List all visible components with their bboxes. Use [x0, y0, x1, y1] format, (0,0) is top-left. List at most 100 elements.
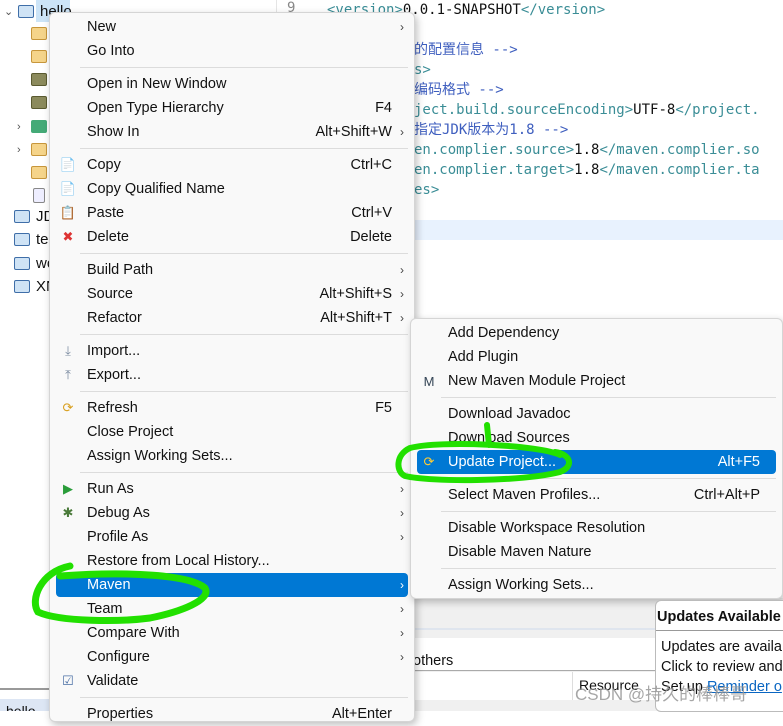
menu-item-build-path[interactable]: Build Path › — [56, 258, 408, 282]
menu-item-label: Compare With — [87, 625, 180, 641]
menu-item-download-sources[interactable]: Download Sources — [417, 426, 776, 450]
export-icon: ⤒ — [65, 367, 71, 382]
menu-item-properties[interactable]: Properties Alt+Enter — [56, 702, 408, 726]
menu-item-disable-maven-nature[interactable]: Disable Maven Nature — [417, 540, 776, 564]
code-line: es> — [414, 180, 439, 200]
code-token: 的配置信息 --> — [414, 42, 518, 58]
menu-item-show-in[interactable]: Show In Alt+Shift+W › — [56, 120, 408, 144]
maven-update-icon: ⟳ — [423, 454, 435, 469]
shortcut-label: Alt+F5 — [717, 454, 760, 470]
menu-item-team[interactable]: Team › — [56, 597, 408, 621]
tree-child[interactable]: › — [17, 138, 53, 161]
chevron-right-icon: › — [400, 287, 404, 301]
menu-item-profile-as[interactable]: Profile As › — [56, 525, 408, 549]
folder-icon — [31, 143, 47, 156]
menu-item-new-maven-module-project[interactable]: M New Maven Module Project — [417, 369, 776, 393]
chevron-right-icon: › — [400, 311, 404, 325]
watermark: CSDN @持久的棒棒哥 — [575, 685, 748, 704]
menu-item-debug-as[interactable]: ✱ Debug As › — [56, 501, 408, 525]
menu-item-go-into[interactable]: Go Into — [56, 39, 408, 63]
menu-item-configure[interactable]: Configure › — [56, 645, 408, 669]
menu-item-export[interactable]: ⤒ Export... — [56, 363, 408, 387]
menu-item-copy-qualified-name[interactable]: 📄 Copy Qualified Name — [56, 177, 408, 201]
code-line: en.complier.target>1.8</maven.complier.t… — [414, 160, 760, 180]
shortcut-label: Alt+Enter — [331, 706, 392, 722]
code-token: UTF-8 — [633, 102, 676, 118]
menu-separator — [417, 564, 776, 573]
chevron-right-icon: › — [400, 263, 404, 277]
menu-separator — [56, 249, 408, 258]
menu-item-close-project[interactable]: Close Project — [56, 420, 408, 444]
menu-item-label: Debug As — [87, 505, 150, 521]
import-icon: ⤓ — [65, 343, 71, 358]
menu-item-refactor[interactable]: Refactor Alt+Shift+T › — [56, 306, 408, 330]
menu-item-open-in-new-window[interactable]: Open in New Window — [56, 72, 408, 96]
menu-item-assign-working-sets[interactable]: Assign Working Sets... — [417, 573, 776, 597]
menu-item-label: Configure — [87, 649, 150, 665]
shortcut-label: Alt+Shift+S — [319, 286, 392, 302]
menu-item-assign-working-sets[interactable]: Assign Working Sets... — [56, 444, 408, 468]
menu-separator — [56, 468, 408, 477]
menu-item-run-as[interactable]: ▶ Run As › — [56, 477, 408, 501]
code-token: </maven.complier.ta — [599, 162, 760, 178]
shortcut-label: F4 — [375, 100, 392, 116]
menu-item-add-dependency[interactable]: Add Dependency — [417, 321, 776, 345]
maven-submenu: Add Dependency Add Plugin M New Maven Modul… — [410, 318, 783, 599]
tree-child[interactable]: › — [17, 115, 53, 138]
menu-item-paste[interactable]: 📋 Paste Ctrl+V — [56, 201, 408, 225]
menu-item-restore-from-local-history[interactable]: Restore from Local History... — [56, 549, 408, 573]
menu-item-label: Export... — [87, 367, 141, 383]
code-token: ject.build.sourceEncoding> — [414, 102, 634, 118]
menu-item-disable-workspace-resolution[interactable]: Disable Workspace Resolution — [417, 516, 776, 540]
menu-item-maven[interactable]: Maven › — [56, 573, 408, 597]
menu-item-label: Team — [87, 601, 123, 617]
library-icon — [31, 120, 47, 133]
menu-item-label: Select Maven Profiles... — [448, 487, 601, 503]
menu-item-label: Assign Working Sets... — [87, 448, 233, 464]
menu-separator — [417, 474, 776, 483]
copy-icon: 📄 — [59, 157, 77, 172]
code-token: 1.8 — [574, 142, 600, 158]
menu-item-compare-with[interactable]: Compare With › — [56, 621, 408, 645]
chevron-right-icon: › — [400, 578, 404, 592]
shortcut-label: Ctrl+C — [350, 157, 393, 173]
package-folder-icon — [31, 50, 47, 63]
menu-item-download-javadoc[interactable]: Download Javadoc — [417, 402, 776, 426]
code-token: en.complier.source> — [414, 142, 575, 158]
menu-item-add-plugin[interactable]: Add Plugin — [417, 345, 776, 369]
menu-item-open-type-hierarchy[interactable]: Open Type Hierarchy F4 — [56, 96, 408, 120]
chevron-right-icon: › — [400, 626, 404, 640]
menu-separator — [56, 387, 408, 396]
run-icon: ▶ — [63, 481, 73, 496]
menu-separator — [56, 330, 408, 339]
copy-qualified-name-icon: 📄 — [59, 181, 77, 196]
menu-item-label: Copy — [87, 157, 121, 173]
menu-item-label: Add Plugin — [448, 349, 519, 365]
chevron-right-icon: › — [400, 482, 404, 496]
delete-icon: ✖ — [62, 229, 74, 244]
menu-item-label: Build Path — [87, 262, 154, 278]
menu-item-label: Disable Workspace Resolution — [448, 520, 646, 536]
code-token: 1.8 — [574, 162, 600, 178]
menu-item-new[interactable]: New › — [56, 15, 408, 39]
menu-item-label: New Maven Module Project — [448, 373, 626, 389]
menu-item-label: Properties — [87, 706, 154, 722]
chevron-right-icon: › — [400, 530, 404, 544]
menu-item-source[interactable]: Source Alt+Shift+S › — [56, 282, 408, 306]
tree-item[interactable]: te — [14, 228, 49, 251]
menu-item-delete[interactable]: ✖ Delete Delete — [56, 225, 408, 249]
menu-item-label: Copy Qualified Name — [87, 181, 225, 197]
menu-item-import[interactable]: ⤓ Import... — [56, 339, 408, 363]
menu-item-label: Open in New Window — [87, 76, 227, 92]
menu-item-label: Import... — [87, 343, 141, 359]
menu-item-update-project[interactable]: ⟳ Update Project... Alt+F5 — [417, 450, 776, 474]
menu-item-validate[interactable]: ☑ Validate — [56, 669, 408, 693]
menu-item-select-maven-profiles[interactable]: Select Maven Profiles... Ctrl+Alt+P — [417, 483, 776, 507]
menu-item-label: Go Into — [87, 43, 135, 59]
menu-item-refresh[interactable]: ⟳ Refresh F5 — [56, 396, 408, 420]
refresh-icon: ⟳ — [62, 400, 74, 415]
chevron-right-icon: › — [400, 20, 404, 34]
code-token: 指定JDK版本为1.8 --> — [414, 122, 569, 138]
menu-item-copy[interactable]: 📄 Copy Ctrl+C — [56, 153, 408, 177]
pom-file-icon — [33, 188, 45, 203]
